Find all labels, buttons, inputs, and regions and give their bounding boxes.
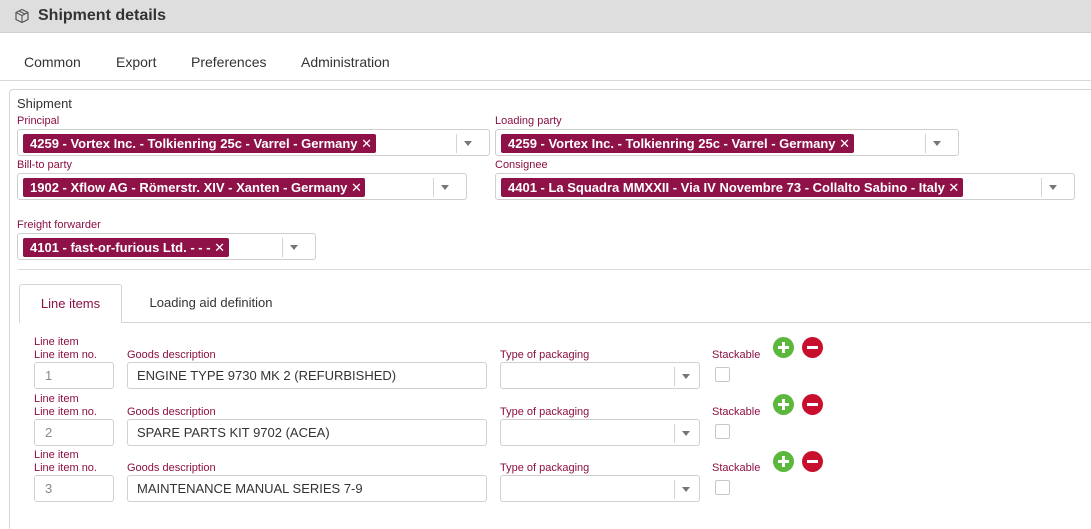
stackable-label: Stackable <box>712 406 761 418</box>
remove-row-icon[interactable] <box>802 451 823 472</box>
loading-party-label: Loading party <box>495 115 562 127</box>
packaging-type-select[interactable] <box>500 362 700 389</box>
menu-item-administration[interactable]: Administration <box>301 54 390 70</box>
title-bar: Shipment details <box>0 0 1091 33</box>
line-item-number-input[interactable]: 3 <box>34 475 114 502</box>
line-item-group-label: Line item <box>34 336 79 348</box>
consignee-value: 4401 - La Squadra MMXXII - Via IV Novemb… <box>508 180 945 195</box>
consignee-chevron-down-icon[interactable] <box>1049 185 1057 190</box>
remove-row-icon[interactable] <box>802 394 823 415</box>
bill-to-party-chip: 1902 - Xflow AG - Römerstr. XIV - Xanten… <box>23 178 366 197</box>
page-title: Shipment details <box>38 7 167 24</box>
line-item-group-label: Line item <box>34 449 79 461</box>
packaging-type-label: Type of packaging <box>500 406 590 418</box>
goods-description-label: Goods description <box>127 349 216 361</box>
bill-to-party-select[interactable]: 1902 - Xflow AG - Römerstr. XIV - Xanten… <box>17 173 467 200</box>
remove-row-icon[interactable] <box>802 337 823 358</box>
loading-party-chip: 4259 - Vortex Inc. - Tolkienring 25c - V… <box>501 134 854 153</box>
loading-party-value: 4259 - Vortex Inc. - Tolkienring 25c - V… <box>508 136 836 151</box>
goods-description-label: Goods description <box>127 462 216 474</box>
goods-description-input[interactable]: SPARE PARTS KIT 9702 (ACEA) <box>127 419 487 446</box>
line-item-number-label: Line item no. <box>34 406 97 418</box>
loading-party-chevron-down-icon[interactable] <box>933 141 941 146</box>
packaging-type-select[interactable] <box>500 419 700 446</box>
menu-item-common[interactable]: Common <box>24 54 81 70</box>
loading-party-separator <box>925 134 926 153</box>
consignee-separator <box>1041 178 1042 197</box>
tab-line-items[interactable]: Line items <box>19 284 122 323</box>
freight-forwarder-chevron-down-icon[interactable] <box>290 245 298 250</box>
packaging-chevron-down-icon[interactable] <box>682 374 690 379</box>
section-title-shipment: Shipment <box>17 96 72 111</box>
packaging-type-label: Type of packaging <box>500 462 590 474</box>
freight-forwarder-select[interactable]: 4101 - fast-or-furious Ltd. - - - ✕ <box>17 233 316 260</box>
stackable-label: Stackable <box>712 462 761 474</box>
principal-chevron-down-icon[interactable] <box>464 141 472 146</box>
menu-bar: Common Export Preferences Administration <box>0 33 1091 81</box>
tab-loading-aid-definition[interactable]: Loading aid definition <box>126 284 296 323</box>
loading-party-select[interactable]: 4259 - Vortex Inc. - Tolkienring 25c - V… <box>495 129 959 156</box>
consignee-remove-icon[interactable]: ✕ <box>945 178 963 197</box>
principal-select[interactable]: 4259 - Vortex Inc. - Tolkienring 25c - V… <box>17 129 490 156</box>
packaging-type-label: Type of packaging <box>500 349 590 361</box>
consignee-select[interactable]: 4401 - La Squadra MMXXII - Via IV Novemb… <box>495 173 1075 200</box>
loading-party-remove-icon[interactable]: ✕ <box>836 134 854 153</box>
add-row-icon[interactable] <box>773 451 794 472</box>
line-item-number-label: Line item no. <box>34 349 97 361</box>
stackable-label: Stackable <box>712 349 761 361</box>
package-icon <box>15 8 29 24</box>
packaging-chevron-down-icon[interactable] <box>682 487 690 492</box>
consignee-label: Consignee <box>495 159 548 171</box>
principal-value: 4259 - Vortex Inc. - Tolkienring 25c - V… <box>30 136 358 151</box>
stackable-checkbox[interactable] <box>715 480 730 495</box>
add-row-icon[interactable] <box>773 394 794 415</box>
bill-to-party-value: 1902 - Xflow AG - Römerstr. XIV - Xanten… <box>30 180 348 195</box>
line-item-group-label: Line item <box>34 393 79 405</box>
stackable-checkbox[interactable] <box>715 367 730 382</box>
line-item-number-label: Line item no. <box>34 462 97 474</box>
freight-forwarder-label: Freight forwarder <box>17 219 101 231</box>
goods-description-input[interactable]: ENGINE TYPE 9730 MK 2 (REFURBISHED) <box>127 362 487 389</box>
principal-chip: 4259 - Vortex Inc. - Tolkienring 25c - V… <box>23 134 376 153</box>
principal-label: Principal <box>17 115 60 127</box>
menu-item-export[interactable]: Export <box>116 54 156 70</box>
packaging-type-select[interactable] <box>500 475 700 502</box>
bill-to-party-label: Bill-to party <box>17 159 73 171</box>
shipment-panel: Shipment Principal 4259 - Vortex Inc. - … <box>9 89 1091 529</box>
freight-forwarder-chip: 4101 - fast-or-furious Ltd. - - - ✕ <box>23 238 229 257</box>
add-row-icon[interactable] <box>773 337 794 358</box>
bill-to-party-remove-icon[interactable]: ✕ <box>347 178 365 197</box>
consignee-chip: 4401 - La Squadra MMXXII - Via IV Novemb… <box>501 178 963 197</box>
principal-separator <box>456 134 457 153</box>
line-item-number-input[interactable]: 2 <box>34 419 114 446</box>
bill-to-party-chevron-down-icon[interactable] <box>441 185 449 190</box>
packaging-chevron-down-icon[interactable] <box>682 431 690 436</box>
freight-forwarder-separator <box>282 238 283 257</box>
stackable-checkbox[interactable] <box>715 424 730 439</box>
line-item-number-input[interactable]: 1 <box>34 362 114 389</box>
section-divider <box>18 269 1091 270</box>
bill-to-party-separator <box>433 178 434 197</box>
goods-description-label: Goods description <box>127 406 216 418</box>
principal-remove-icon[interactable]: ✕ <box>358 134 376 153</box>
goods-description-input[interactable]: MAINTENANCE MANUAL SERIES 7-9 <box>127 475 487 502</box>
freight-forwarder-remove-icon[interactable]: ✕ <box>211 238 229 257</box>
menu-item-preferences[interactable]: Preferences <box>191 54 266 70</box>
freight-forwarder-value: 4101 - fast-or-furious Ltd. - - - <box>30 240 211 255</box>
